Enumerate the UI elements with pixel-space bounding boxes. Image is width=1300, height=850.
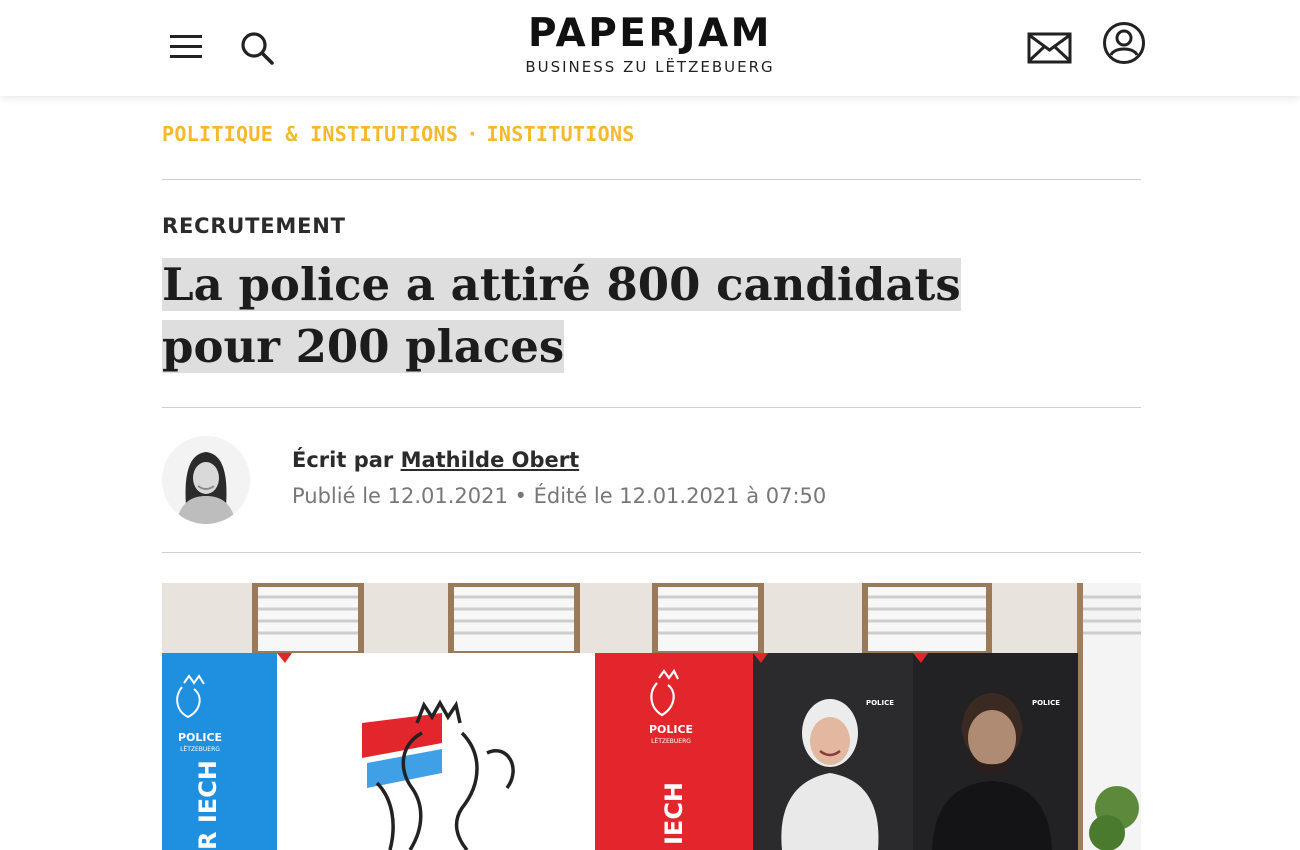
hero-panel-label-2: POLICE <box>649 723 693 736</box>
byline: Écrit par Mathilde Obert <box>292 448 579 472</box>
hero-image: POLICE LËTZEBUERG POLICE LËTZEBUERG POLI… <box>162 583 1141 850</box>
article-kicker: RECRUTEMENT <box>162 214 346 238</box>
article-dates: Publié le 12.01.2021 • Édité le 12.01.20… <box>292 484 827 508</box>
breadcrumb-subsection-link[interactable]: INSTITUTIONS <box>487 122 635 146</box>
byline-prefix: Écrit par <box>292 448 394 472</box>
breadcrumb-separator: · <box>466 122 479 146</box>
site-logo[interactable]: PAPERJAM BUSINESS ZU LËTZEBUERG <box>500 11 800 77</box>
author-link[interactable]: Mathilde Obert <box>401 448 580 472</box>
hero-panel-label-1: POLICE <box>178 731 222 744</box>
hero-panel-sublabel-1: LËTZEBUERG <box>180 746 220 753</box>
article-title: La police a attiré 800 candidats pour 20… <box>162 254 1062 378</box>
author-row: Écrit par Mathilde Obert Publié le 12.01… <box>162 436 1141 526</box>
user-icon[interactable] <box>1100 19 1148 67</box>
article-title-text: La police a attiré 800 candidats pour 20… <box>162 258 961 373</box>
author-avatar[interactable] <box>162 436 250 524</box>
breadcrumb-section-link[interactable]: POLITIQUE & INSTITUTIONS <box>162 122 458 146</box>
hero-panel-label-3: POLICE <box>866 699 894 707</box>
divider <box>162 407 1141 408</box>
breadcrumb: POLITIQUE & INSTITUTIONS · INSTITUTIONS <box>162 122 635 146</box>
logo-subtitle: BUSINESS ZU LËTZEBUERG <box>525 58 775 76</box>
hero-vertical-text-1: R IECH <box>194 760 222 850</box>
hero-panel-label-4: POLICE <box>1032 699 1060 707</box>
menu-icon[interactable] <box>168 30 206 64</box>
site-header: PAPERJAM BUSINESS ZU LËTZEBUERG <box>0 0 1300 96</box>
hero-panel-sublabel-2: LËTZEBUERG <box>651 738 691 745</box>
hero-vertical-text-2: IECH <box>660 782 688 845</box>
divider <box>162 179 1141 180</box>
search-icon[interactable] <box>238 28 278 68</box>
divider <box>162 552 1141 553</box>
logo-title: PAPERJAM <box>528 11 772 56</box>
mail-icon[interactable] <box>1026 28 1074 66</box>
